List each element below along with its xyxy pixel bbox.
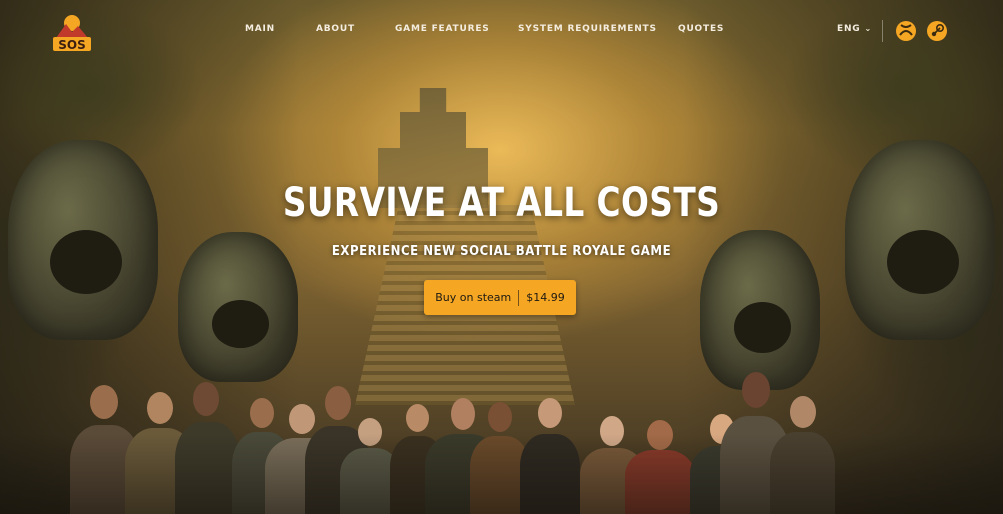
nav-link-about[interactable]: ABOUT xyxy=(316,24,355,34)
button-divider xyxy=(518,289,520,306)
hero-headline: SURVIVE AT ALL COSTS xyxy=(282,180,721,226)
buy-button-label: Buy on steam xyxy=(435,291,512,304)
header-divider xyxy=(882,20,883,42)
bottom-shade xyxy=(0,434,1003,514)
language-label: ENG xyxy=(837,24,861,34)
sos-logo[interactable]: SOS xyxy=(52,10,92,52)
buy-on-steam-button[interactable]: Buy on steam $14.99 xyxy=(424,280,576,315)
chevron-down-icon: ⌄ xyxy=(864,23,872,33)
svg-text:SOS: SOS xyxy=(58,38,86,52)
steam-icon[interactable] xyxy=(926,20,948,42)
nav-link-game-features[interactable]: GAME FEATURES xyxy=(395,24,490,34)
nav-link-quotes[interactable]: QUOTES xyxy=(678,24,724,34)
price-label: $14.99 xyxy=(526,291,565,304)
nav-link-system-requirements[interactable]: SYSTEM REQUIREMENTS xyxy=(518,24,657,34)
hero-subheadline: EXPERIENCE NEW SOCIAL BATTLE ROYALE GAME xyxy=(331,244,672,259)
nav-link-main[interactable]: MAIN xyxy=(245,24,275,34)
language-selector[interactable]: ENG ⌄ xyxy=(837,23,872,35)
xbox-icon[interactable] xyxy=(895,20,917,42)
